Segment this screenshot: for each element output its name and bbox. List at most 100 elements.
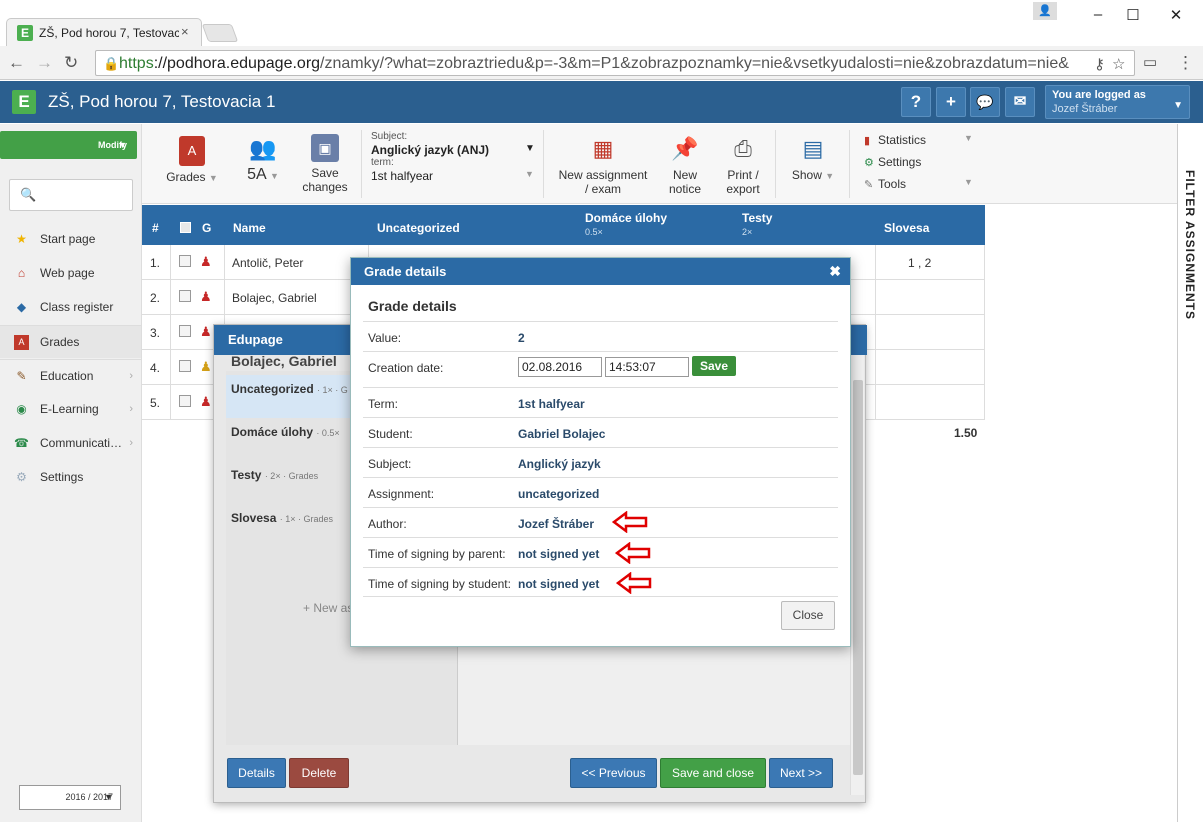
maximize-icon[interactable]: ☐ [1122, 6, 1144, 24]
messages-button[interactable]: ✉ [1005, 87, 1035, 117]
new-assignment-link[interactable]: + New as [303, 601, 353, 615]
detail-value: Jozef Štráber [518, 517, 595, 531]
chevron-right-icon: › [129, 403, 133, 415]
row-checkbox[interactable] [179, 255, 191, 267]
sidebar-item-class-register[interactable]: ◆ Class register [0, 291, 141, 324]
save-label-1: Save [311, 166, 339, 180]
new-tab-button[interactable] [201, 24, 239, 42]
term-caption: term: [371, 157, 394, 168]
web-icon: ⌂ [17, 266, 26, 280]
close-button[interactable]: Close [781, 601, 835, 630]
details-button[interactable]: Details [227, 758, 286, 788]
save-date-button[interactable]: Save [692, 356, 736, 376]
grade-cell[interactable]: 1 , 2 [908, 256, 931, 270]
chevron-right-icon: › [129, 437, 133, 449]
col-verbs[interactable]: Slovesa [884, 221, 929, 235]
sidebar-item-communication[interactable]: ☎ Communicati… › [0, 427, 141, 460]
select-all-checkbox[interactable] [180, 222, 191, 233]
forward-icon[interactable]: → [36, 53, 53, 73]
new-notice-button[interactable]: 📌 New notice [660, 134, 710, 196]
sidebar-item-grades[interactable]: A Grades [0, 325, 141, 358]
url-host: ://podhora.edupage.org [153, 55, 321, 72]
user-menu[interactable]: You are logged as Jozef Štráber ▼ [1045, 85, 1190, 119]
cast-icon[interactable]: ▭ [1143, 53, 1157, 71]
sidebar-item-settings[interactable]: ⚙ Settings [0, 461, 141, 494]
next-button[interactable]: Next >> [769, 758, 833, 788]
print-export-button[interactable]: ⎙ Print / export [718, 134, 768, 196]
browser-tab[interactable]: E ZŠ, Pod horou 7, Testovac × [6, 18, 202, 46]
show-menu-button[interactable]: ▤ Show ▼ [785, 134, 841, 183]
col-name[interactable]: Name [233, 221, 266, 235]
sidebar-item-education[interactable]: ✎ Education › [0, 359, 141, 392]
time-field[interactable]: 14:53:07 [605, 357, 689, 377]
search-input[interactable]: 🔍 [9, 179, 133, 211]
previous-button[interactable]: << Previous [570, 758, 657, 788]
detail-value: Gabriel Bolajec [518, 427, 606, 441]
students-icon: 👥 [249, 136, 277, 161]
education-icon: ✎ [16, 369, 27, 383]
menu-icon[interactable]: ⋮ [1177, 53, 1194, 73]
col-tests-label: Testy [742, 211, 773, 225]
annotation-arrow-icon [615, 542, 651, 564]
student-name[interactable]: Antolič, Peter [232, 256, 303, 270]
statistics-label: Statistics [878, 133, 927, 147]
delete-button[interactable]: Delete [289, 758, 349, 788]
detail-value: not signed yet [518, 547, 600, 561]
settings-label: Settings [878, 155, 922, 169]
window-close-icon[interactable]: ✕ [1165, 6, 1187, 24]
row-checkbox[interactable] [179, 290, 191, 302]
row-checkbox[interactable] [179, 360, 191, 372]
subject-term-selector[interactable]: Subject: Anglický jazyk (ANJ) ▼ term: 1st… [371, 131, 535, 183]
term-value: 1st halfyear [371, 169, 434, 183]
student-name[interactable]: Bolajec, Gabriel [232, 291, 317, 305]
elearning-icon: ◉ [16, 402, 27, 416]
minimize-icon[interactable]: – [1087, 6, 1109, 23]
star-icon: ★ [16, 232, 27, 246]
school-year-select[interactable]: 2016 / 2017 ▼ [19, 785, 121, 810]
tools-menu[interactable]: ✎ Tools ▼ [864, 177, 973, 191]
col-uncategorized[interactable]: Uncategorized [377, 221, 460, 235]
table-header: # G Name Uncategorized Domáce úlohy 0.5× … [142, 205, 985, 245]
close-icon[interactable]: ✖ [829, 258, 841, 285]
key-icon[interactable]: ⚷ [1094, 55, 1105, 73]
sidebar-item-web-page[interactable]: ⌂ Web page [0, 257, 141, 290]
row-checkbox[interactable] [179, 325, 191, 337]
save-and-close-button[interactable]: Save and close [660, 758, 766, 788]
sidebar-item-elearning[interactable]: ◉ E-Learning › [0, 393, 141, 426]
date-field[interactable]: 02.08.2016 [518, 357, 602, 377]
help-button[interactable]: ? [901, 87, 931, 117]
new-notice-label-1: New [672, 168, 697, 182]
detail-row-assignment: Assignment: uncategorized [363, 477, 838, 507]
chevron-down-icon: ▼ [525, 169, 534, 179]
row-checkbox[interactable] [179, 395, 191, 407]
bookmark-star-icon[interactable]: ☆ [1112, 55, 1125, 73]
row-number: 5. [150, 396, 161, 410]
chat-button[interactable]: 💬 [970, 87, 1000, 117]
scrollbar-thumb[interactable] [853, 380, 863, 775]
subject-select[interactable]: Anglický jazyk (ANJ) ▼ [371, 143, 535, 157]
scrollbar[interactable] [850, 355, 864, 795]
detail-row-student: Student: Gabriel Bolajec [363, 417, 838, 447]
table-icon: ▤ [802, 136, 824, 161]
term-select[interactable]: 1st halfyear ▼ [371, 169, 534, 183]
settings-menu[interactable]: ⚙ Settings [864, 155, 921, 169]
col-homework[interactable]: Domáce úlohy 0.5× [585, 211, 667, 237]
edupage-logo-icon[interactable]: E [12, 90, 36, 114]
back-icon[interactable]: ← [8, 53, 25, 73]
edupage-student-name: Bolajec, Gabriel [231, 353, 337, 369]
url-field[interactable]: 🔒 https://podhora.edupage.org/znamky/?wh… [95, 50, 1135, 76]
sidebar-item-start-page[interactable]: ★ Start page [0, 223, 141, 256]
grades-menu-button[interactable]: A Grades ▼ [162, 136, 222, 185]
statistics-menu[interactable]: ▮ Statistics ▼ [864, 133, 973, 147]
profile-icon[interactable]: 👤 [1033, 2, 1057, 20]
reload-icon[interactable]: ↻ [64, 53, 78, 73]
add-button[interactable]: + [936, 87, 966, 117]
filter-assignments-label[interactable]: FILTER ASSIGNMENTS [1183, 170, 1197, 320]
save-changes-button[interactable]: ▣ Save changes [300, 134, 350, 194]
class-select-button[interactable]: 👥 5A ▼ [238, 134, 288, 183]
chevron-down-icon: ▼ [525, 143, 535, 154]
new-assignment-button[interactable]: ▦ New assignment / exam [554, 134, 652, 196]
modify-button[interactable]: Modify ▼ [0, 131, 137, 159]
tab-close-icon[interactable]: × [181, 24, 189, 39]
col-tests[interactable]: Testy 2× [742, 211, 772, 237]
